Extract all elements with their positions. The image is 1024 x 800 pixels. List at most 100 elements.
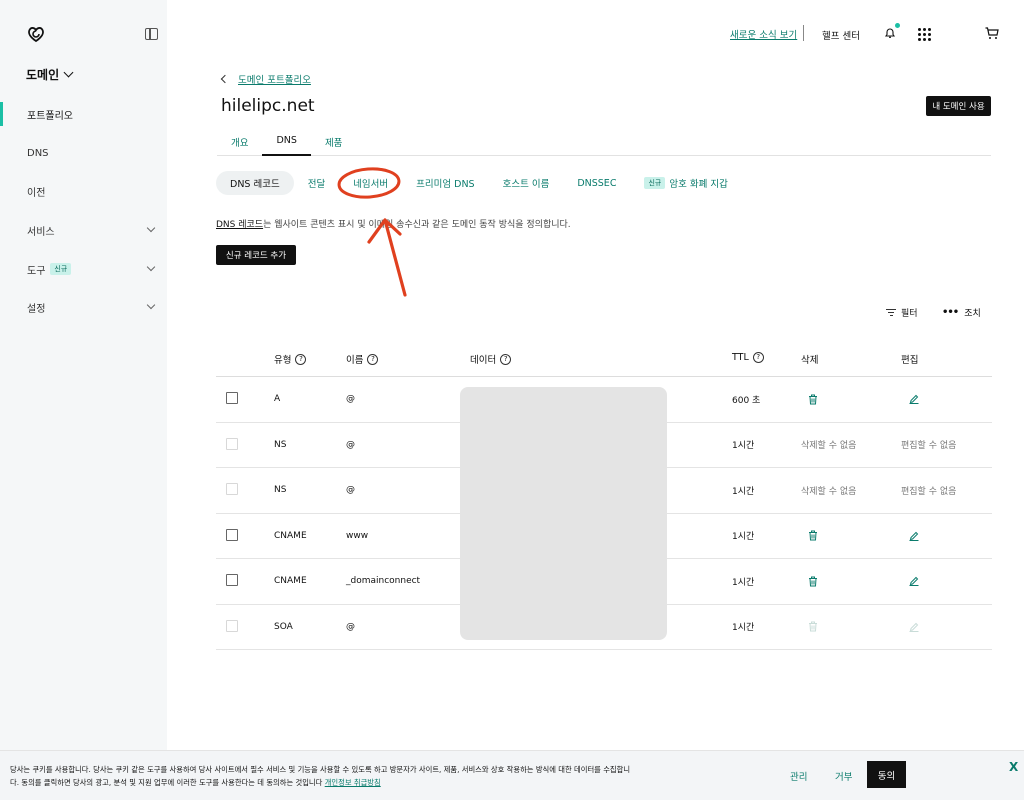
sidebar-collapse-icon[interactable] xyxy=(145,28,158,40)
new-badge: 신규 xyxy=(644,177,666,189)
sidebar-item-transfer[interactable]: 이전 xyxy=(0,179,167,203)
help-icon[interactable]: ? xyxy=(500,353,512,365)
subtab-hostnames[interactable]: 호스트 이름 xyxy=(489,171,564,195)
cell-delete xyxy=(808,377,818,422)
filter-button[interactable]: 필터 xyxy=(886,306,918,319)
breadcrumb-link[interactable]: 도메인 포트폴리오 xyxy=(238,72,311,86)
subtab-forwarding[interactable]: 전달 xyxy=(294,171,339,195)
chevron-down-icon xyxy=(146,223,156,233)
tab-overview[interactable]: 개요 xyxy=(217,131,262,156)
trash-icon xyxy=(808,621,818,632)
dns-subtabs: DNS 레코드 전달 네임서버 프리미엄 DNS 호스트 이름 DNSSEC 신… xyxy=(216,171,742,195)
add-record-button[interactable]: 신규 레코드 추가 xyxy=(216,245,296,265)
row-checkbox[interactable] xyxy=(226,528,238,541)
chevron-left-icon xyxy=(220,74,230,84)
cell-type: CNAME xyxy=(274,576,307,587)
header-label: TTL xyxy=(732,352,749,363)
breadcrumb[interactable]: 도메인 포트폴리오 xyxy=(220,72,311,86)
cannot-delete-text: 삭제할 수 없음 xyxy=(801,441,857,452)
pencil-icon[interactable] xyxy=(909,576,919,587)
table-header: 유형? 이름? 데이터? TTL? 삭제 편집 xyxy=(216,340,992,377)
cookie-line-2: 다. 동의를 클릭하면 당사의 광고, 분석 및 지원 업무에 이러한 도구를 … xyxy=(10,776,700,789)
chevron-down-icon xyxy=(146,262,156,272)
cell-type: A xyxy=(274,394,281,405)
cell-edit xyxy=(909,377,919,422)
trash-icon[interactable] xyxy=(808,394,818,405)
apps-grid-icon[interactable] xyxy=(918,28,931,41)
cell-type: SOA xyxy=(274,621,293,632)
sidebar-item-tools[interactable]: 도구 신규 xyxy=(0,257,167,281)
subtab-dnssec[interactable]: DNSSEC xyxy=(563,171,630,195)
dns-description: DNS 레코드는 웹사이트 콘텐츠 표시 및 이메일 송수신과 같은 도메인 동… xyxy=(216,217,571,230)
sidebar-item-services[interactable]: 서비스 xyxy=(0,218,167,242)
brand-logo-icon[interactable] xyxy=(26,24,46,44)
pencil-icon xyxy=(909,622,919,632)
help-icon[interactable]: ? xyxy=(367,353,379,365)
bell-icon[interactable] xyxy=(884,27,896,39)
tab-bar: 개요 DNS 제품 xyxy=(217,131,991,156)
row-checkbox xyxy=(226,437,238,450)
sidebar-item-dns[interactable]: DNS xyxy=(0,141,167,165)
accept-cookies-button[interactable]: 동의 xyxy=(867,761,906,788)
sidebar-item-label: 설정 xyxy=(27,303,46,315)
cell-delete xyxy=(808,514,818,559)
subtab-nameservers[interactable]: 네임서버 xyxy=(339,171,402,195)
tab-products[interactable]: 제품 xyxy=(311,131,356,156)
row-checkbox[interactable] xyxy=(226,392,238,404)
sidebar-item-portfolio[interactable]: 포트폴리오 xyxy=(0,102,167,126)
whats-new-link[interactable]: 새로운 소식 보기 xyxy=(730,27,797,41)
subtab-premium-dns[interactable]: 프리미엄 DNS xyxy=(402,171,488,195)
actions-button[interactable]: ••• 조치 xyxy=(942,306,981,319)
cell-name: _domainconnect xyxy=(346,576,421,587)
manage-cookies-button[interactable]: 관리 xyxy=(790,769,807,783)
sidebar-item-label: 포트폴리오 xyxy=(27,110,73,122)
header-label: 편집 xyxy=(901,355,919,366)
cell-ttl: 1시간 xyxy=(732,577,755,588)
cart-icon[interactable] xyxy=(985,27,999,40)
help-icon[interactable]: ? xyxy=(752,352,764,363)
privacy-policy-link[interactable]: 개인정보 취급방침 xyxy=(325,778,381,787)
row-checkbox xyxy=(226,619,238,632)
row-checkbox[interactable] xyxy=(226,574,238,586)
cell-edit: 편집할 수 없음 xyxy=(901,468,956,513)
filter-icon xyxy=(886,308,896,317)
product-menu-label: 도메인 xyxy=(26,68,60,82)
cell-edit: 편집할 수 없음 xyxy=(901,423,956,468)
pencil-icon[interactable] xyxy=(909,394,919,405)
pencil-icon[interactable] xyxy=(909,531,919,541)
sidebar-item-settings[interactable]: 설정 xyxy=(0,295,167,319)
cell-ttl: 1시간 xyxy=(732,532,755,543)
help-icon[interactable]: ? xyxy=(295,353,307,365)
tab-dns[interactable]: DNS xyxy=(262,131,311,156)
use-my-domain-button[interactable]: 내 도메인 사용 xyxy=(926,96,991,116)
filter-label: 필터 xyxy=(901,309,918,319)
cell-type: CNAME xyxy=(274,530,307,541)
trash-icon[interactable] xyxy=(808,576,818,587)
header-label: 유형 xyxy=(274,355,292,366)
header-name: 이름? xyxy=(346,352,379,366)
new-badge: 신규 xyxy=(50,263,72,275)
cell-name: www xyxy=(346,530,369,541)
actions-label: 조치 xyxy=(964,309,981,319)
cannot-edit-text: 편집할 수 없음 xyxy=(901,486,957,497)
description-text: 는 웹사이트 콘텐츠 표시 및 이메일 송수신과 같은 도메인 동작 방식을 정… xyxy=(263,220,571,230)
trash-icon[interactable] xyxy=(808,530,818,541)
deny-cookies-button[interactable]: 거부 xyxy=(835,769,852,783)
dns-records-link[interactable]: DNS 레코드 xyxy=(216,220,263,230)
cell-ttl: 1시간 xyxy=(732,441,755,452)
header-ttl: TTL? xyxy=(732,352,764,363)
page-title: hilelipc.net xyxy=(221,96,315,116)
help-center-link[interactable]: 헬프 센터 xyxy=(822,28,860,42)
cookie-line-1: 당사는 쿠키를 사용합니다. 당사는 쿠키 같은 도구를 사용하여 당사 사이트… xyxy=(10,765,631,774)
cell-edit xyxy=(909,559,919,604)
subtab-dns-records[interactable]: DNS 레코드 xyxy=(216,171,294,195)
sidebar: 도메인 포트폴리오 DNS 이전 서비스 도구 신규 설정 xyxy=(0,0,167,800)
cell-name: @ xyxy=(346,621,355,632)
product-menu[interactable]: 도메인 xyxy=(26,66,74,83)
cell-ttl: 1시간 xyxy=(732,623,755,634)
cell-type: NS xyxy=(274,439,287,450)
header-label: 삭제 xyxy=(801,355,819,366)
cell-edit xyxy=(909,605,919,650)
subtab-crypto-wallet[interactable]: 신규 암호 화폐 지갑 xyxy=(630,171,741,195)
close-icon[interactable]: X xyxy=(1009,760,1018,774)
